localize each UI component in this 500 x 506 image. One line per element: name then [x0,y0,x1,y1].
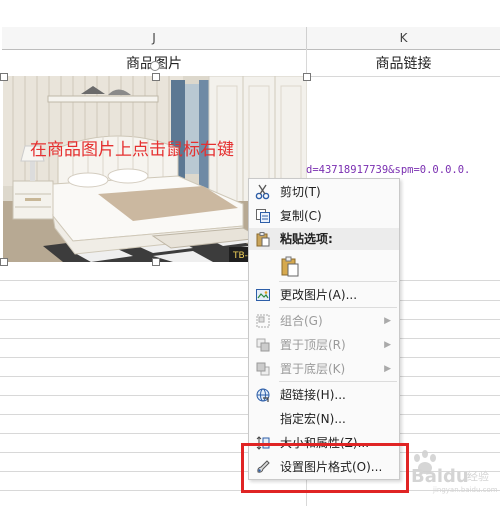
menu-separator [279,381,397,382]
menu-item-send-to-back[interactable]: 置于底层(K) ▶ [249,357,399,381]
spreadsheet-sheet: J K 商品图片 商品链接 [0,0,500,506]
scissors-icon [255,184,271,200]
menu-label: 置于顶层(R) [280,338,346,352]
watermark-brand: Baidu [411,466,469,487]
menu-label: 组合(G) [280,314,323,328]
group-icon [255,313,271,329]
baidu-watermark: Baidu 经验 jingyan.baidu.com [405,446,500,496]
submenu-arrow-icon: ▶ [384,316,391,326]
copy-icon [255,208,271,224]
menu-item-cut[interactable]: 剪切(T) [249,180,399,204]
selection-handle[interactable] [303,73,311,81]
selection-handle[interactable] [152,258,160,266]
highlight-box [241,443,409,493]
selection-handle[interactable] [0,73,8,81]
menu-item-hyperlink[interactable]: 超链接(H)... [249,383,399,407]
menu-item-group[interactable]: 组合(G) ▶ [249,309,399,333]
selection-handle[interactable] [152,73,160,81]
rotate-handle[interactable] [150,61,160,71]
menu-label: 粘贴选项: [280,232,333,246]
change-picture-icon [255,287,271,303]
instruction-annotation: 在商品图片上点击鼠标右键 [30,140,234,160]
column-header-k[interactable]: K [307,27,500,50]
menu-item-copy[interactable]: 复制(C) [249,204,399,228]
menu-item-paste-options: 粘贴选项: [249,227,399,251]
menu-label: 剪切(T) [280,185,321,199]
hyperlink-icon [255,387,271,403]
product-link-cell[interactable]: d=43718917739&spm=0.0.0.0. [306,164,470,176]
menu-separator [279,307,397,308]
menu-item-change-picture[interactable]: 更改图片(A)... [249,283,399,307]
menu-label: 更改图片(A)... [280,288,358,302]
menu-label: 复制(C) [280,209,322,223]
column-header-j[interactable]: J [2,27,307,50]
menu-separator [279,281,397,282]
submenu-arrow-icon: ▶ [384,364,391,374]
watermark-url: jingyan.baidu.com [433,486,498,494]
send-back-icon [255,361,271,377]
menu-label: 超链接(H)... [280,388,346,402]
menu-item-bring-to-front[interactable]: 置于顶层(R) ▶ [249,333,399,357]
paste-icon [255,231,271,247]
bring-front-icon [255,337,271,353]
cell-product-link-header[interactable]: 商品链接 [307,50,500,78]
submenu-arrow-icon: ▶ [384,340,391,350]
clipboard-icon [279,255,301,277]
menu-label: 指定宏(N)... [280,412,346,426]
menu-item-assign-macro[interactable]: 指定宏(N)... [249,407,399,431]
context-menu: 剪切(T) 复制(C) 粘贴选项: 更改图片(A)... 组合(G) ▶ 置于顶… [248,178,400,480]
watermark-sub: 经验 [467,470,489,483]
selection-handle[interactable] [0,258,8,266]
menu-label: 置于底层(K) [280,362,346,376]
paste-option-button[interactable] [249,251,399,281]
